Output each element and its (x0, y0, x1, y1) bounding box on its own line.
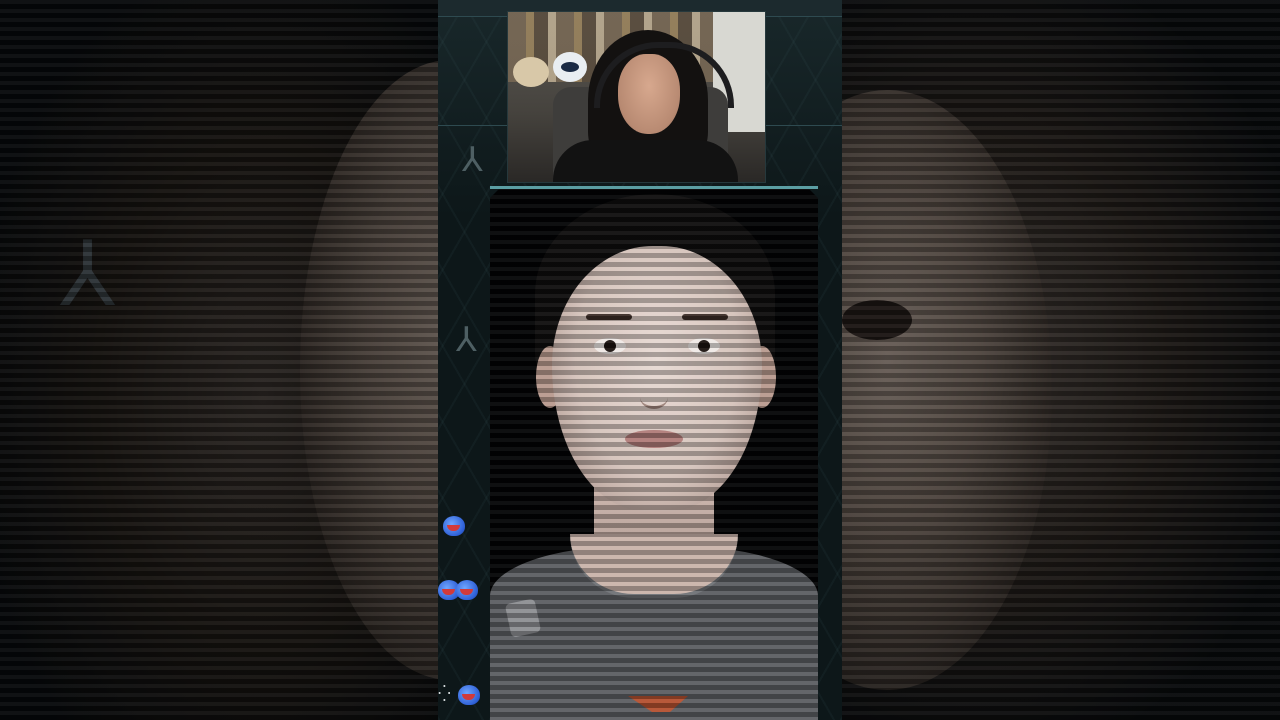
robot-plush-visor (561, 62, 579, 72)
webcam-feed (507, 11, 766, 183)
blue-bird-emote-icon (443, 516, 465, 536)
character-portrait (490, 186, 818, 720)
streamer-face (618, 54, 680, 134)
plush-toy-icon (513, 57, 549, 87)
scanline-overlay (0, 0, 438, 720)
blue-bird-emote-icon (458, 685, 480, 705)
y-shape-icon: ⅄ (456, 320, 477, 360)
video-frame: ⅄ ⅄ ⁛ (438, 0, 842, 720)
scanline-overlay (490, 186, 818, 720)
y-shape-icon: ⅄ (462, 140, 483, 180)
scanline-overlay (842, 0, 1280, 720)
blue-bird-emote-icon (456, 580, 478, 600)
blurred-background-right (842, 0, 1280, 720)
streamer-body (553, 140, 738, 182)
chat-dots-icon: ⁛ (438, 684, 451, 703)
blurred-background-left: ⅄ (0, 0, 438, 720)
